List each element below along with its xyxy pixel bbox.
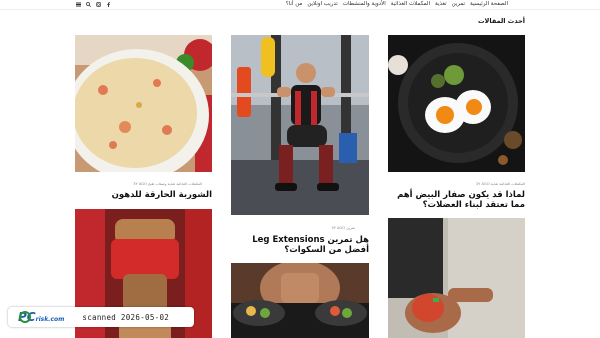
article-title[interactable]: هل تمرين Leg Extensions أفضل من السكوات؟ — [231, 235, 369, 255]
nav-item-nutrition[interactable]: تغذية — [435, 1, 447, 7]
article-title[interactable]: الشوربة الحارقة للدهون — [72, 190, 212, 200]
article-meta: المكملات الغذائية تغذية 3Y AGO — [475, 182, 525, 186]
squat-image[interactable] — [231, 35, 369, 215]
article-meta: تمرين 3Y AGO — [331, 226, 355, 230]
magnifier-icon — [19, 311, 31, 323]
nav-item-exercise[interactable]: تمرين — [452, 1, 465, 7]
article-meta: المكملات الغذائية تغذية وصفات طبخ 3Y AGO — [133, 182, 202, 186]
knee-injury-image[interactable] — [388, 218, 525, 338]
facebook-icon[interactable] — [106, 2, 111, 7]
article-title[interactable]: لماذا قد يكون صفار البيض أهم مما تعتقد ل… — [388, 190, 525, 210]
nav-item-home[interactable]: الصفحة الرئيسية — [470, 1, 508, 7]
abs-food-image[interactable] — [231, 263, 369, 338]
menu-icon[interactable] — [76, 2, 81, 7]
section-title: أحدث المقالات — [478, 17, 525, 25]
watermark-badge: PCrisk.com scanned 2026-05-02 — [8, 307, 194, 327]
nav-item-drugs[interactable]: الأدوية والمنشطات — [343, 1, 386, 7]
soup-image[interactable] — [75, 35, 212, 172]
search-icon[interactable] — [86, 2, 91, 7]
scan-label: scanned 2026-05-02 — [82, 312, 170, 322]
top-icons — [76, 2, 111, 7]
main-nav: الصفحة الرئيسية تمرين تغذية المكملات الغ… — [286, 1, 508, 7]
nav-item-online-training[interactable]: تدريب اونلاين — [307, 1, 337, 7]
eggs-image[interactable] — [388, 35, 525, 172]
instagram-icon[interactable] — [96, 2, 101, 7]
nav-item-about[interactable]: من أنا؟ — [286, 1, 303, 7]
nav-item-supplements[interactable]: المكملات الغذائية — [391, 1, 430, 7]
